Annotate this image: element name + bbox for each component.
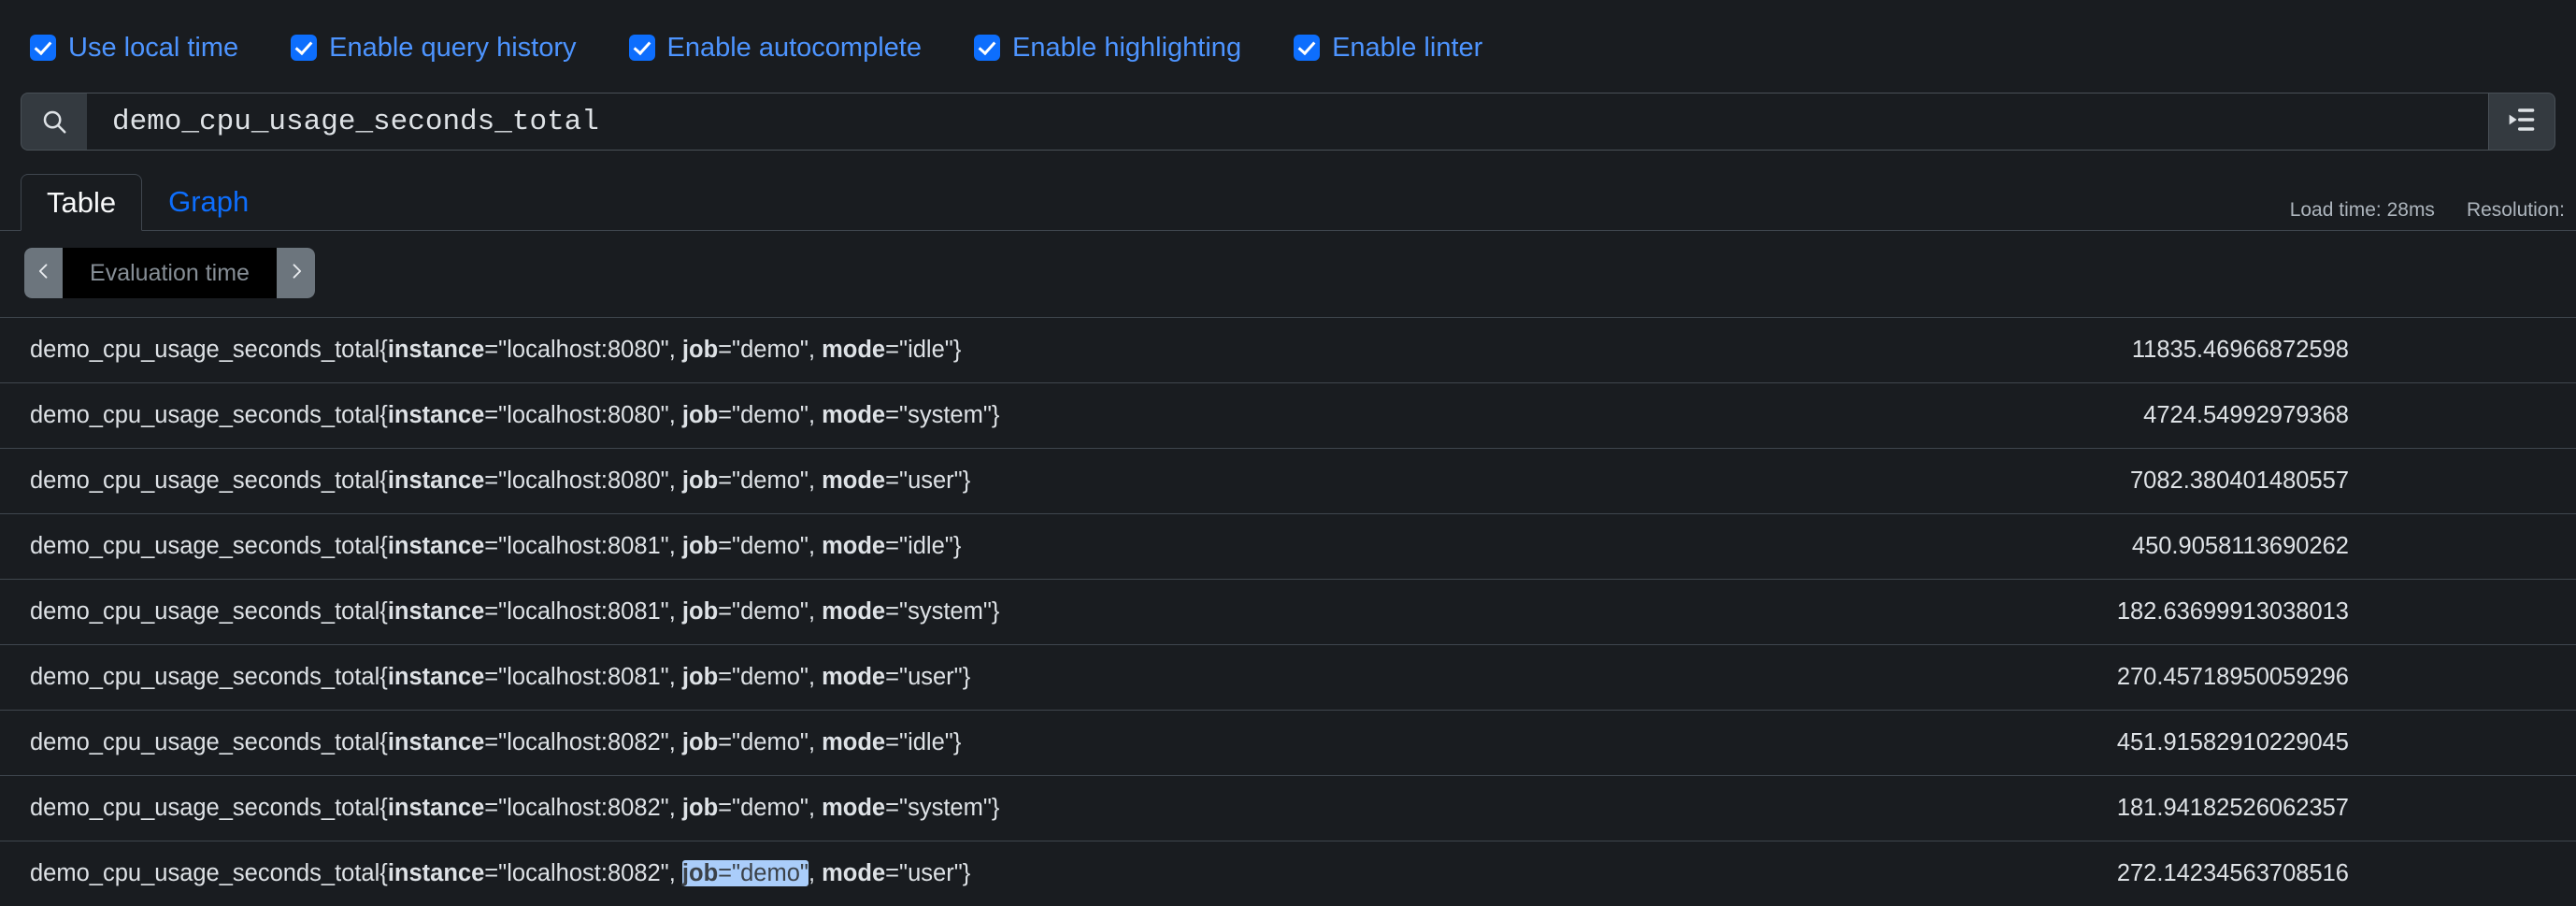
result-metric-cell: demo_cpu_usage_seconds_total{instance="l…	[0, 776, 1695, 841]
result-metric-cell: demo_cpu_usage_seconds_total{instance="l…	[0, 383, 1695, 449]
evaluation-time-control	[24, 248, 315, 298]
result-value-cell: 11835.46966872598	[1695, 318, 2576, 383]
option-label-enable-autocomplete: Enable autocomplete	[667, 35, 922, 62]
table-row: demo_cpu_usage_seconds_total{instance="l…	[0, 841, 2576, 906]
search-icon-button[interactable]	[21, 93, 87, 151]
table-row: demo_cpu_usage_seconds_total{instance="l…	[0, 318, 2576, 383]
option-enable-autocomplete[interactable]: Enable autocomplete	[629, 35, 922, 62]
query-expression-input[interactable]	[87, 106, 2488, 138]
result-metric-cell: demo_cpu_usage_seconds_total{instance="l…	[0, 841, 1695, 906]
result-metric-cell: demo_cpu_usage_seconds_total{instance="l…	[0, 514, 1695, 580]
query-input-wrapper	[87, 93, 2488, 151]
result-metric-cell: demo_cpu_usage_seconds_total{instance="l…	[0, 580, 1695, 645]
evaluation-time-prev-button[interactable]	[24, 248, 63, 298]
evaluation-time-next-button[interactable]	[277, 248, 315, 298]
query-stats: Load time: 28ms Resolution:	[2290, 199, 2565, 230]
option-label-enable-highlighting: Enable highlighting	[1012, 35, 1241, 62]
result-value-cell: 270.45718950059296	[1695, 645, 2576, 711]
result-value-cell: 450.9058113690262	[1695, 514, 2576, 580]
result-metric-cell: demo_cpu_usage_seconds_total{instance="l…	[0, 645, 1695, 711]
execute-query-button[interactable]	[2488, 93, 2555, 151]
evaluation-time-input[interactable]	[63, 248, 277, 298]
option-label-enable-linter: Enable linter	[1332, 35, 1482, 62]
checkbox-enable-autocomplete[interactable]	[629, 35, 655, 61]
option-label-use-local-time: Use local time	[68, 35, 238, 62]
result-value-cell: 181.94182526062357	[1695, 776, 2576, 841]
tab-graph[interactable]: Graph	[142, 173, 275, 230]
result-value-cell: 272.14234563708516	[1695, 841, 2576, 906]
query-options-bar: Use local time Enable query history Enable…	[0, 0, 2576, 64]
option-enable-highlighting[interactable]: Enable highlighting	[974, 35, 1241, 62]
checkbox-enable-query-history[interactable]	[291, 35, 317, 61]
option-use-local-time[interactable]: Use local time	[30, 35, 238, 62]
checkbox-enable-linter[interactable]	[1294, 35, 1320, 61]
result-metric-cell: demo_cpu_usage_seconds_total{instance="l…	[0, 711, 1695, 776]
query-results-body: demo_cpu_usage_seconds_total{instance="l…	[0, 318, 2576, 906]
tab-table[interactable]: Table	[21, 174, 142, 231]
result-metric-cell: demo_cpu_usage_seconds_total{instance="l…	[0, 318, 1695, 383]
result-view-tabs: TableGraph	[21, 173, 275, 230]
option-enable-query-history[interactable]: Enable query history	[291, 35, 576, 62]
table-row: demo_cpu_usage_seconds_total{instance="l…	[0, 711, 2576, 776]
option-label-enable-query-history: Enable query history	[329, 35, 576, 62]
chevron-left-icon	[35, 259, 53, 288]
resolution-label: Resolution:	[2467, 199, 2565, 222]
table-row: demo_cpu_usage_seconds_total{instance="l…	[0, 580, 2576, 645]
execute-list-icon	[2507, 105, 2537, 139]
checkbox-use-local-time[interactable]	[30, 35, 56, 61]
table-row: demo_cpu_usage_seconds_total{instance="l…	[0, 383, 2576, 449]
result-value-cell: 7082.380401480557	[1695, 449, 2576, 514]
result-view-tabs-bar: TableGraph Load time: 28ms Resolution:	[0, 173, 2576, 231]
query-bar	[21, 93, 2555, 151]
result-value-cell: 451.91582910229045	[1695, 711, 2576, 776]
evaluation-time-row	[0, 231, 2576, 298]
query-results-table: demo_cpu_usage_seconds_total{instance="l…	[0, 317, 2576, 906]
table-row: demo_cpu_usage_seconds_total{instance="l…	[0, 449, 2576, 514]
result-value-cell: 182.63699913038013	[1695, 580, 2576, 645]
option-enable-linter[interactable]: Enable linter	[1294, 35, 1482, 62]
table-row: demo_cpu_usage_seconds_total{instance="l…	[0, 645, 2576, 711]
search-icon	[40, 108, 68, 136]
table-row: demo_cpu_usage_seconds_total{instance="l…	[0, 514, 2576, 580]
table-row: demo_cpu_usage_seconds_total{instance="l…	[0, 776, 2576, 841]
chevron-right-icon	[287, 259, 306, 288]
load-time-label: Load time: 28ms	[2290, 199, 2435, 222]
result-value-cell: 4724.54992979368	[1695, 383, 2576, 449]
checkbox-enable-highlighting[interactable]	[974, 35, 1000, 61]
result-metric-cell: demo_cpu_usage_seconds_total{instance="l…	[0, 449, 1695, 514]
